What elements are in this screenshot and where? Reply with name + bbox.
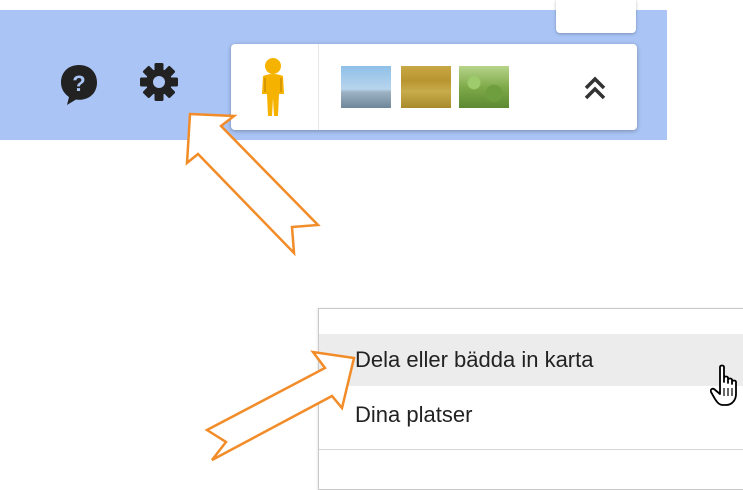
annotation-layer [185,112,356,462]
arrow-to-share-menu-item [204,350,356,462]
arrow-to-settings [185,112,321,257]
